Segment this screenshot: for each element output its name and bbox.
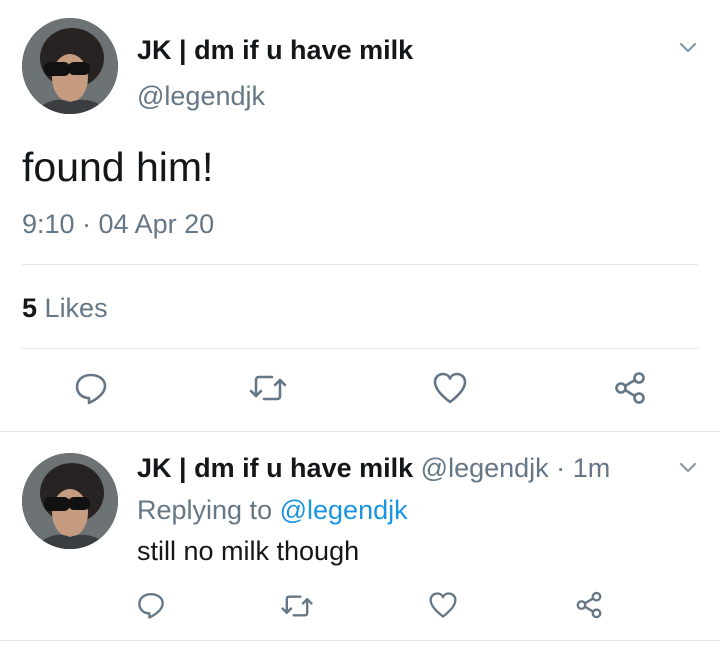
replying-to-handle[interactable]: @legendjk [280,495,408,525]
reply-separator: · [556,453,566,483]
reply-heart-icon[interactable] [428,591,458,619]
likes-stat[interactable]: 5 Likes [22,292,108,324]
share-icon[interactable] [612,370,648,406]
likes-count: 5 [22,293,38,323]
reply-text: still no milk though [137,536,360,566]
reply-author-handle[interactable]: @legendjk [421,453,549,483]
reply-share-icon[interactable] [574,590,604,620]
author-display-name[interactable]: JK | dm if u have milk [137,34,413,66]
divider [22,264,698,265]
replying-to-label: Replying to [137,495,273,525]
replying-to: Replying to @legendjk [137,494,408,526]
reply-reply-icon[interactable] [136,590,166,620]
author-handle[interactable]: @legendjk [137,80,265,112]
tweet-separator [0,431,720,432]
likes-label: Likes [44,293,108,323]
reply-header: JK | dm if u have milk @legendjk · 1m [137,452,610,484]
heart-icon[interactable] [432,371,468,405]
chevron-down-icon[interactable] [676,456,700,480]
reply-icon[interactable] [73,370,109,406]
reply-age[interactable]: 1m [573,453,611,483]
tweet-text: found him! [22,144,214,190]
reply-author-display-name[interactable]: JK | dm if u have milk [137,453,413,483]
chevron-down-icon[interactable] [676,36,700,60]
retweet-icon[interactable] [248,372,288,404]
reply-bottom-separator [0,640,720,641]
divider [22,348,698,349]
author-avatar[interactable] [22,18,118,114]
reply-retweet-icon[interactable] [280,592,314,620]
reply-author-avatar[interactable] [22,453,118,549]
tweet-timestamp[interactable]: 9:10 · 04 Apr 20 [22,208,214,240]
